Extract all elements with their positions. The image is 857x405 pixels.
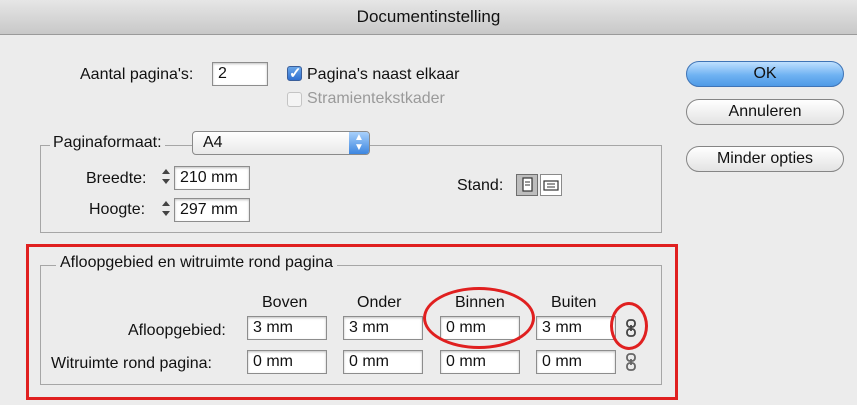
ok-button[interactable]: OK — [686, 61, 844, 87]
width-input[interactable]: 210 mm — [174, 166, 250, 190]
landscape-icon — [543, 180, 559, 191]
page-size-value: A4 — [203, 134, 223, 151]
master-text-frame-label: Stramientekstkader — [307, 90, 445, 107]
height-label: Hoogte: — [89, 201, 146, 218]
pages-input[interactable]: 2 — [212, 62, 268, 86]
height-stepper-icon[interactable] — [160, 198, 171, 220]
chevron-updown-icon: ▲ ▼ — [349, 132, 369, 154]
orientation-label: Stand: — [457, 177, 504, 194]
portrait-icon — [522, 177, 533, 192]
pages-label: Aantal pagina's: — [80, 66, 194, 83]
master-text-frame-checkbox[interactable] — [287, 92, 302, 107]
width-stepper-icon[interactable] — [160, 166, 171, 188]
page-size-label: Paginaformaat: — [50, 134, 165, 152]
highlight-inside-oval — [423, 287, 535, 349]
page-size-select[interactable]: A4 ▲ ▼ — [192, 131, 370, 155]
facing-pages-checkbox[interactable] — [287, 64, 302, 82]
highlight-box — [26, 244, 678, 400]
landscape-orientation-button[interactable] — [540, 174, 562, 196]
facing-pages-label: Pagina's naast elkaar — [307, 66, 460, 83]
window-title: Documentinstelling — [0, 0, 857, 35]
portrait-orientation-button[interactable] — [516, 174, 538, 196]
fewer-options-button[interactable]: Minder opties — [686, 146, 844, 172]
width-label: Breedte: — [86, 170, 147, 187]
cancel-button[interactable]: Annuleren — [686, 99, 844, 125]
highlight-chain-oval — [610, 302, 648, 350]
height-input[interactable]: 297 mm — [174, 198, 250, 222]
page-size-group — [40, 145, 662, 233]
